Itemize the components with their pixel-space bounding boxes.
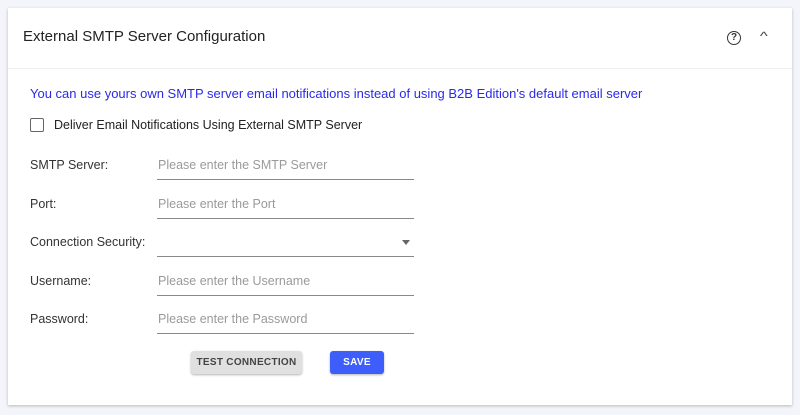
password-label: Password: <box>30 312 89 326</box>
username-row: Username: Please enter the Username <box>30 270 430 298</box>
external-smtp-checkbox[interactable]: Deliver Email Notifications Using Extern… <box>30 118 362 132</box>
port-input[interactable]: Please enter the Port <box>157 193 414 219</box>
smtp-config-card: External SMTP Server Configuration ? ^ Y… <box>8 8 792 405</box>
save-button[interactable]: SAVE <box>330 351 384 374</box>
card-header[interactable]: External SMTP Server Configuration ? ^ <box>8 8 792 69</box>
password-row: Password: Please enter the Password <box>30 308 430 336</box>
checkbox-icon[interactable] <box>30 118 44 132</box>
help-icon[interactable]: ? <box>727 31 741 45</box>
smtp-server-label: SMTP Server: <box>30 158 109 172</box>
password-input[interactable]: Please enter the Password <box>157 308 414 334</box>
connection-security-select[interactable] <box>157 231 414 257</box>
page-title: External SMTP Server Configuration <box>23 28 266 45</box>
connection-security-label: Connection Security: <box>30 235 146 249</box>
port-row: Port: Please enter the Port <box>30 193 430 221</box>
port-label: Port: <box>30 197 57 211</box>
username-label: Username: <box>30 274 92 288</box>
smtp-server-row: SMTP Server: Please enter the SMTP Serve… <box>30 154 430 182</box>
chevron-up-icon[interactable]: ^ <box>760 29 768 43</box>
username-input[interactable]: Please enter the Username <box>157 270 414 296</box>
connection-security-row: Connection Security: <box>30 231 430 259</box>
dropdown-arrow-icon <box>402 240 410 245</box>
test-connection-button[interactable]: TEST CONNECTION <box>191 351 302 374</box>
smtp-server-input[interactable]: Please enter the SMTP Server <box>157 154 414 180</box>
info-text: You can use yours own SMTP server email … <box>30 86 643 101</box>
checkbox-label: Deliver Email Notifications Using Extern… <box>54 118 363 132</box>
